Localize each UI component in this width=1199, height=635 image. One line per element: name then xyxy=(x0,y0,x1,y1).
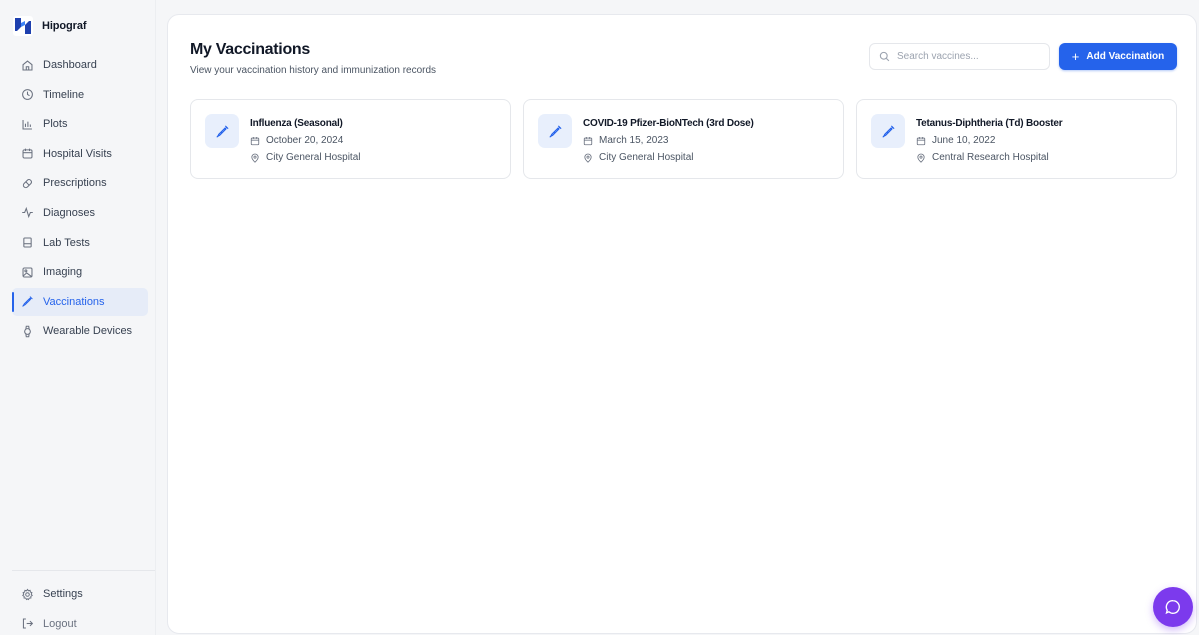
page-subtitle: View your vaccination history and immuni… xyxy=(190,65,437,76)
vaccine-date-text: June 10, 2022 xyxy=(932,135,996,146)
add-vaccination-button[interactable]: + Add Vaccination xyxy=(1059,43,1177,70)
sidebar-item-label: Timeline xyxy=(43,88,85,101)
vaccination-list: Influenza (Seasonal) October 20, 2024 Ci… xyxy=(190,99,1178,179)
sidebar-item-label: Dashboard xyxy=(43,59,97,71)
vaccination-card[interactable]: COVID-19 Pfizer-BioNTech (3rd Dose) Marc… xyxy=(523,99,844,179)
search-icon xyxy=(879,51,890,62)
vaccine-date-text: October 20, 2024 xyxy=(266,135,344,146)
vaccine-date: March 15, 2023 xyxy=(583,135,669,146)
sidebar-item-label: Hospital Visits xyxy=(43,147,112,160)
sidebar-item-hospital-visits[interactable]: Hospital Visits xyxy=(12,140,148,168)
sidebar-nav: Dashboard Timeline Plots Hospital Visits… xyxy=(12,51,148,347)
search-box[interactable] xyxy=(869,43,1050,70)
vaccine-date-text: March 15, 2023 xyxy=(599,135,669,146)
sidebar-item-timeline[interactable]: Timeline xyxy=(12,81,148,109)
chat-button[interactable] xyxy=(1153,587,1193,627)
vaccine-location-text: City General Hospital xyxy=(266,152,361,163)
vaccine-name: Tetanus-Diphtheria (Td) Booster xyxy=(916,118,1063,129)
gear-icon xyxy=(21,588,34,601)
main-panel: My Vaccinations View your vaccination hi… xyxy=(167,14,1197,634)
clock-icon xyxy=(21,88,34,101)
sidebar-item-label: Imaging xyxy=(43,266,83,279)
vaccine-location: Central Research Hospital xyxy=(916,152,1049,163)
vaccine-location: City General Hospital xyxy=(250,152,360,163)
vaccine-date: October 20, 2024 xyxy=(250,135,343,146)
watch-icon xyxy=(21,325,34,338)
sidebar-item-settings[interactable]: Settings xyxy=(12,580,155,608)
vaccine-date: June 10, 2022 xyxy=(916,135,995,146)
sidebar-item-label: Settings xyxy=(43,588,83,600)
test-tube-icon xyxy=(21,236,34,249)
hipograf-logo-icon xyxy=(13,16,33,36)
sidebar-item-logout[interactable]: Logout xyxy=(12,610,155,635)
sidebar-item-label: Plots xyxy=(43,118,68,131)
brand[interactable]: Hipograf xyxy=(12,14,87,38)
app-name: Hipograf xyxy=(42,20,87,32)
calendar-icon xyxy=(583,136,593,146)
syringe-icon xyxy=(21,295,34,308)
calendar-icon xyxy=(916,136,926,146)
sidebar-item-label: Wearable Devices xyxy=(43,325,133,338)
home-icon xyxy=(21,59,34,72)
vaccine-location: City General Hospital xyxy=(583,152,693,163)
page-title: My Vaccinations xyxy=(190,41,310,58)
sidebar-item-label: Prescriptions xyxy=(43,177,107,190)
image-icon xyxy=(21,266,34,279)
vaccination-card[interactable]: Influenza (Seasonal) October 20, 2024 Ci… xyxy=(190,99,511,179)
sidebar-item-label: Lab Tests xyxy=(43,236,90,249)
location-pin-icon xyxy=(916,153,926,163)
calendar-icon xyxy=(250,136,260,146)
sidebar-item-imaging[interactable]: Imaging xyxy=(12,258,148,286)
plus-icon: + xyxy=(1071,49,1080,64)
sidebar-item-wearable-devices[interactable]: Wearable Devices xyxy=(12,317,148,345)
sidebar: Hipograf Dashboard Timeline Plots Hospit… xyxy=(0,0,156,635)
location-pin-icon xyxy=(583,153,593,163)
chat-bubble-icon xyxy=(1165,600,1180,615)
calendar-icon xyxy=(21,147,34,160)
syringe-icon xyxy=(538,114,572,148)
sidebar-item-label: Diagnoses xyxy=(43,206,95,219)
sidebar-item-diagnoses[interactable]: Diagnoses xyxy=(12,199,148,227)
vaccine-location-text: City General Hospital xyxy=(599,152,694,163)
sidebar-item-dashboard[interactable]: Dashboard xyxy=(12,51,148,79)
location-pin-icon xyxy=(250,153,260,163)
syringe-icon xyxy=(871,114,905,148)
sidebar-item-lab-tests[interactable]: Lab Tests xyxy=(12,229,148,257)
search-input[interactable] xyxy=(897,51,1037,62)
bar-chart-icon xyxy=(21,118,34,131)
activity-icon xyxy=(21,206,34,219)
sidebar-item-label: Vaccinations xyxy=(43,295,105,308)
vaccine-name: Influenza (Seasonal) xyxy=(250,118,343,129)
sidebar-item-vaccinations[interactable]: Vaccinations xyxy=(12,287,148,316)
sidebar-footer: Settings Logout xyxy=(12,570,155,635)
sidebar-item-prescriptions[interactable]: Prescriptions xyxy=(12,169,148,197)
sidebar-item-plots[interactable]: Plots xyxy=(12,110,148,138)
vaccination-card[interactable]: Tetanus-Diphtheria (Td) Booster June 10,… xyxy=(856,99,1177,179)
pill-icon xyxy=(21,177,34,190)
add-vaccination-label: Add Vaccination xyxy=(1086,51,1165,62)
logout-icon xyxy=(21,617,34,630)
syringe-icon xyxy=(205,114,239,148)
sidebar-item-label: Logout xyxy=(43,617,77,630)
vaccine-location-text: Central Research Hospital xyxy=(932,152,1049,163)
vaccine-name: COVID-19 Pfizer-BioNTech (3rd Dose) xyxy=(583,118,754,129)
